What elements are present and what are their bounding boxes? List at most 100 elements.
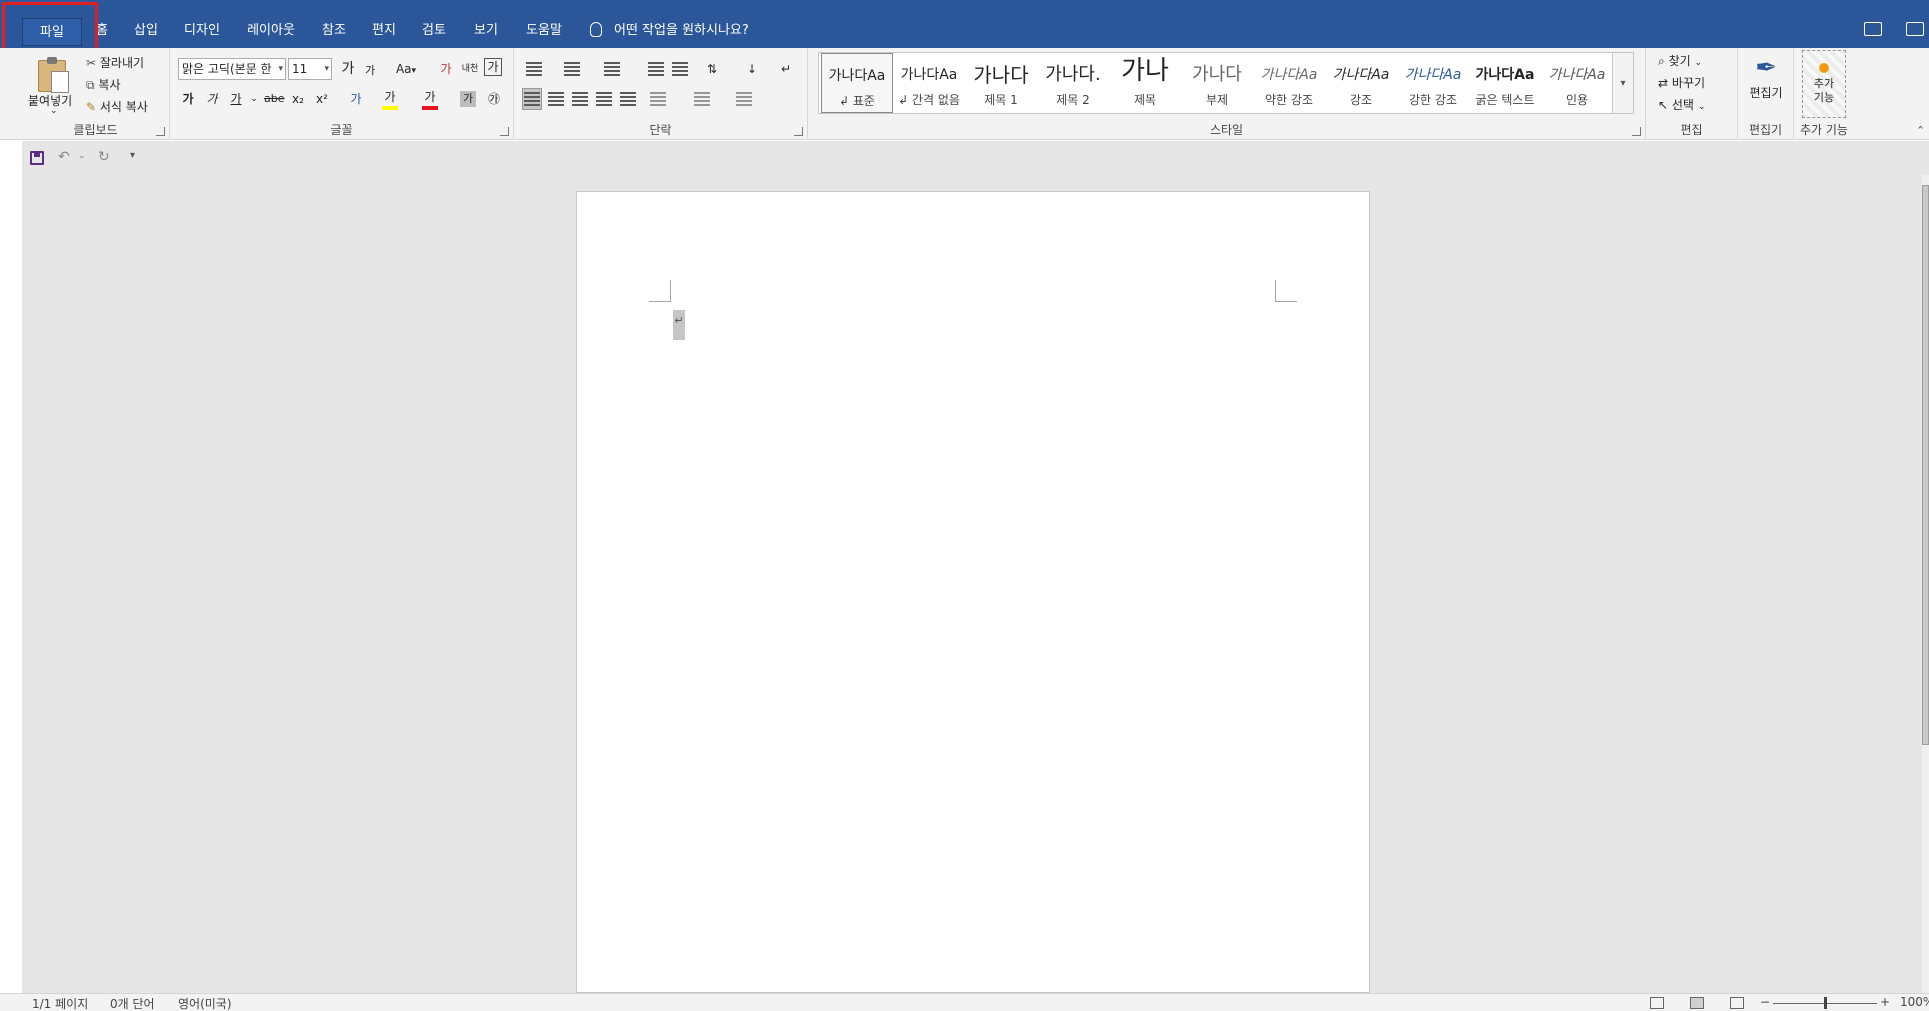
subscript-button[interactable]: x₂ [288, 88, 308, 110]
paintbrush-icon: ✎ [86, 100, 97, 114]
document-page[interactable]: ↵ [576, 191, 1370, 993]
styles-more-button[interactable]: ▾ [1612, 52, 1634, 114]
tab-layout[interactable]: 레이아웃 [238, 18, 304, 44]
phonetic-guide-button[interactable]: 내천 [460, 58, 480, 80]
change-case-button[interactable]: Aa▾ [392, 58, 420, 80]
group-label-addins: 추가 기능 [1800, 123, 1848, 137]
bullets-icon[interactable] [526, 62, 542, 76]
word-count[interactable]: 0개 단어 [110, 995, 155, 1011]
style-item[interactable]: 가나다Aa ↲ 간격 없음 [893, 53, 965, 113]
scrollbar-thumb[interactable] [1922, 185, 1929, 745]
page-count[interactable]: 1/1 페이지 [32, 995, 88, 1011]
strikethrough-button[interactable]: abe [264, 88, 285, 110]
dialog-launcher-icon[interactable] [500, 127, 509, 136]
editor-button[interactable]: ✒ 편집기 [1742, 52, 1790, 114]
style-sample: 가나다Aa [1260, 67, 1318, 83]
dialog-launcher-icon[interactable] [156, 127, 165, 136]
multilevel-list-icon[interactable] [604, 62, 620, 76]
read-mode-icon[interactable] [1650, 997, 1664, 1009]
font-color-bar [422, 106, 438, 110]
replace-button[interactable]: ⇄ 바꾸기 [1658, 74, 1705, 91]
style-item[interactable]: 가나 제목 [1109, 53, 1181, 113]
tab-view[interactable]: 보기 [466, 18, 506, 44]
tab-insert[interactable]: 삽입 [126, 18, 166, 44]
zoom-out-button[interactable]: − [1760, 995, 1770, 1009]
style-item[interactable]: 가나다Aa 강조 [1325, 53, 1397, 113]
redo-icon[interactable]: ↻ [98, 149, 110, 165]
format-painter-button[interactable]: ✎ 서식 복사 [86, 98, 148, 115]
borders-icon[interactable] [736, 92, 752, 106]
paste-button[interactable]: 붙여넣기 ⌄ [26, 52, 78, 122]
show-marks-icon[interactable]: ↵ [776, 58, 796, 80]
style-item[interactable]: 가나다Aa 굵은 텍스트 [1469, 53, 1541, 113]
cut-button[interactable]: ✂ 잘라내기 [86, 54, 144, 71]
shading-icon[interactable] [694, 92, 710, 106]
addins-button[interactable]: 추가 기능 [1802, 50, 1846, 118]
text-effects-button[interactable]: 가 [346, 88, 366, 110]
superscript-button[interactable]: x² [312, 88, 332, 110]
numbering-icon[interactable] [564, 62, 580, 76]
share-icon[interactable] [1906, 22, 1924, 36]
tab-references[interactable]: 참조 [314, 18, 354, 44]
grow-font-button[interactable]: 가 [338, 58, 358, 80]
language-status[interactable]: 영어(미국) [178, 995, 232, 1011]
style-item[interactable]: 가나다Aa 약한 강조 [1253, 53, 1325, 113]
copy-icon: ⧉ [86, 78, 95, 92]
italic-button[interactable]: 가 [202, 88, 222, 110]
bold-button[interactable]: 가 [178, 88, 198, 110]
style-item[interactable]: 가나다 제목 1 [965, 53, 1037, 113]
font-name-combo[interactable]: 맑은 고딕(본문 한 ▾ [178, 58, 286, 80]
undo-icon[interactable]: ↶ [58, 149, 70, 165]
style-item[interactable]: 가나다. 제목 2 [1037, 53, 1109, 113]
print-layout-icon[interactable] [1690, 997, 1704, 1009]
web-layout-icon[interactable] [1730, 997, 1744, 1009]
zoom-level[interactable]: 100% [1900, 995, 1929, 1009]
align-left-button[interactable] [522, 88, 542, 110]
justify-icon[interactable] [596, 92, 612, 106]
style-name: 인용 [1565, 93, 1589, 107]
shrink-font-button[interactable]: 가 [360, 60, 380, 82]
font-color-button[interactable]: 가 [420, 86, 440, 108]
dialog-launcher-icon[interactable] [794, 127, 803, 136]
dialog-launcher-icon[interactable] [1632, 127, 1641, 136]
tab-review[interactable]: 검토 [414, 18, 454, 44]
align-right-icon[interactable] [572, 92, 588, 106]
chevron-down-icon[interactable]: ⌄ [78, 151, 86, 161]
text-direction-icon[interactable]: ⇅ [702, 58, 722, 80]
find-button[interactable]: ⌕ 찾기 ⌄ [1658, 52, 1702, 69]
style-item[interactable]: 가나다Aa ↲ 표준 [821, 53, 893, 113]
zoom-slider-thumb[interactable] [1824, 997, 1827, 1009]
tab-help[interactable]: 도움말 [518, 18, 570, 44]
underline-button[interactable]: 가 [226, 88, 246, 110]
char-shading-button[interactable]: 가 [460, 91, 476, 107]
tab-design[interactable]: 디자인 [176, 18, 228, 44]
align-center-icon[interactable] [548, 92, 564, 106]
copy-button[interactable]: ⧉ 복사 [86, 76, 121, 93]
lightbulb-icon [590, 22, 602, 37]
highlight-button[interactable]: 가 [380, 86, 400, 108]
line-spacing-icon[interactable] [650, 92, 666, 106]
sort-icon[interactable]: ↓ [742, 58, 762, 80]
vertical-scrollbar[interactable] [1922, 175, 1929, 993]
style-item[interactable]: 가나다Aa 강한 강조 [1397, 53, 1469, 113]
comments-icon[interactable] [1864, 22, 1882, 36]
collapse-ribbon-icon[interactable]: ⌃ [1916, 124, 1925, 137]
style-item[interactable]: 가나다 부제 [1181, 53, 1253, 113]
char-border-button[interactable]: 가 [484, 58, 502, 76]
style-item[interactable]: 가나다Aa 인용 [1541, 53, 1613, 113]
clear-format-button[interactable]: 가 [436, 58, 456, 80]
tell-me-search[interactable]: 어떤 작업을 원하시나요? [590, 18, 749, 44]
format-painter-label: 서식 복사 [99, 100, 148, 114]
distributed-icon[interactable] [620, 92, 636, 106]
save-icon[interactable] [30, 151, 44, 165]
customize-qat-icon[interactable]: ▾ [130, 150, 135, 161]
enclose-char-button[interactable]: ㉮ [484, 88, 504, 110]
increase-indent-icon[interactable] [672, 62, 688, 76]
select-button[interactable]: ↖ 선택 ⌄ [1658, 96, 1705, 113]
underline-dropdown-icon[interactable]: ⌄ [244, 88, 264, 110]
zoom-in-button[interactable]: + [1880, 995, 1890, 1009]
tab-mailings[interactable]: 편지 [364, 18, 404, 44]
decrease-indent-icon[interactable] [648, 62, 664, 76]
status-bar: 1/1 페이지 0개 단어 영어(미국) − + 100% [0, 993, 1929, 1011]
font-size-combo[interactable]: 11 ▾ [288, 58, 332, 80]
